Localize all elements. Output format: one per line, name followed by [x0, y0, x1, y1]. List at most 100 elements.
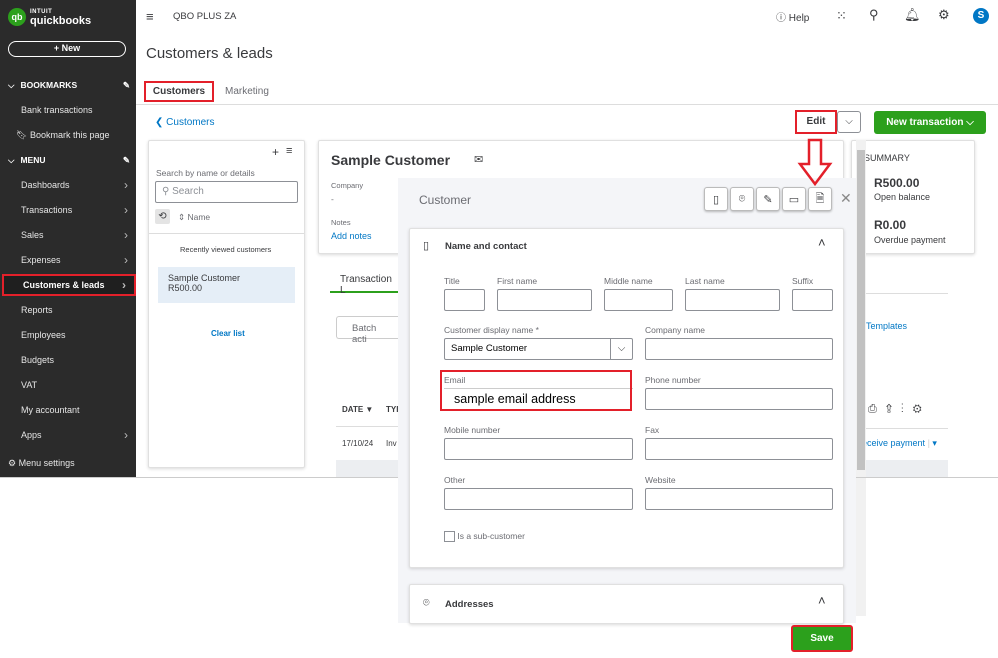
customer-search-input[interactable]: ⚲ Search	[155, 181, 298, 203]
addresses-section[interactable]: ⌾ Addresses ˄	[409, 584, 844, 624]
document-icon[interactable]: 🗎︎	[808, 187, 832, 211]
help-button[interactable]: ⓘ Help	[776, 9, 809, 24]
chevron-down-icon[interactable]: ⌵	[610, 339, 632, 359]
contact-card-icon: ▯	[423, 240, 430, 252]
gear-icon: ⚙	[912, 403, 931, 415]
sidebar-item-sales[interactable]: Sales ›	[0, 224, 136, 246]
sidebar-item-apps[interactable]: Apps ›	[0, 424, 136, 446]
contact-card-icon[interactable]: ▯	[704, 187, 728, 211]
bookmark-icon: 🔖︎	[16, 130, 28, 140]
title-field[interactable]	[444, 289, 485, 311]
middle-field[interactable]	[604, 289, 673, 311]
sidebar-item-expenses[interactable]: Expenses ›	[0, 249, 136, 271]
edit-note-icon[interactable]: ✎	[756, 187, 780, 211]
bookmark-bank-transactions[interactable]: Bank transactions	[0, 99, 136, 121]
list-item[interactable]: Sample Customer R500.00	[158, 267, 295, 303]
sidebar-item-transactions[interactable]: Transactions ›	[0, 199, 136, 221]
bookmarks-header[interactable]: ⌵ BOOKMARKS ✎	[8, 80, 130, 91]
edit-button[interactable]: Edit	[795, 110, 837, 134]
more-icon: ⋮	[901, 403, 913, 415]
tab-marketing[interactable]: Marketing	[225, 86, 269, 97]
location-pin-icon[interactable]: ⌾	[730, 187, 754, 211]
suffix-field[interactable]	[792, 289, 833, 311]
summary-card: SUMMARY R500.00 Open balance R0.00 Overd…	[851, 140, 975, 254]
add-notes-link[interactable]: Add notes	[331, 231, 372, 241]
payment-card-icon[interactable]: ▭	[782, 187, 806, 211]
display-label: Customer display name *	[444, 325, 539, 335]
scrollbar[interactable]	[856, 140, 866, 616]
sidebar-item-employees[interactable]: Employees	[0, 324, 136, 346]
collapse-list-icon[interactable]: ≡	[286, 145, 292, 157]
clear-list-link[interactable]: Clear list	[211, 329, 245, 338]
tab-customers[interactable]: Customers	[144, 81, 214, 102]
batch-actions-button[interactable]: Batch acti	[336, 316, 398, 345]
last-field[interactable]	[685, 289, 780, 311]
company-label: Company name	[645, 325, 706, 335]
display-value: Sample Customer	[451, 343, 528, 354]
bookmark-this-page[interactable]: 🔖︎ Bookmark this page	[0, 124, 136, 146]
column-date[interactable]: DATE ▼	[342, 405, 373, 414]
mobile-field[interactable]	[444, 438, 633, 460]
chevron-up-icon[interactable]: ˄	[818, 235, 826, 250]
bell-icon[interactable]: 🔔︎	[904, 7, 921, 23]
new-button[interactable]: + New	[8, 41, 126, 57]
first-field[interactable]	[497, 289, 592, 311]
chevron-right-icon: ›	[124, 178, 128, 192]
sidebar: qb INTUIT quickbooks + New ⌵ BOOKMARKS ✎ Ban…	[0, 0, 136, 477]
add-icon[interactable]: +	[272, 145, 279, 159]
collapse-menu-icon[interactable]: ≡	[146, 9, 154, 24]
gear-icon[interactable]: ⚙	[938, 7, 950, 23]
sidebar-item-budgets[interactable]: Budgets	[0, 349, 136, 371]
phone-label: Phone number	[645, 375, 701, 385]
chevron-right-icon: ›	[122, 278, 126, 292]
email-icon[interactable]: ✉	[474, 153, 483, 166]
receive-payment-link[interactable]: eceive payment | ▾	[862, 438, 937, 449]
sidebar-item-my-accountant[interactable]: My accountant	[0, 399, 136, 421]
tab-transaction-list[interactable]: Transaction L	[330, 274, 398, 296]
templates-link[interactable]: Templates	[866, 321, 907, 331]
sidebar-item-dashboards[interactable]: Dashboards ›	[0, 174, 136, 196]
open-balance-amount: R500.00	[874, 176, 920, 190]
sidebar-item-vat[interactable]: VAT	[0, 374, 136, 396]
menu-header[interactable]: ⌵ MENU ✎	[8, 155, 130, 166]
chevron-up-icon: ˄	[818, 593, 826, 608]
save-button[interactable]: Save	[791, 625, 853, 652]
email-highlight	[440, 370, 632, 411]
company-field[interactable]	[645, 338, 833, 360]
other-field[interactable]	[444, 488, 633, 510]
annotation-arrow	[797, 138, 833, 187]
avatar[interactable]: S	[973, 8, 989, 24]
table-tools[interactable]: ⎙⇪⋮⚙	[868, 403, 931, 416]
edit-dropdown-button[interactable]: ⌵	[837, 111, 861, 133]
middle-label: Middle name	[604, 276, 653, 286]
chevron-right-icon: ›	[124, 203, 128, 217]
phone-field[interactable]	[645, 388, 833, 410]
history-icon[interactable]: ⟲	[155, 209, 170, 224]
sub-customer-checkbox[interactable]: Is a sub-customer	[444, 531, 525, 543]
search-hint: Search by name or details	[156, 168, 255, 178]
sort-by-name[interactable]: ⇕ Name	[178, 212, 210, 223]
display-field[interactable]: Sample Customer ⌵	[444, 338, 633, 360]
edit-pencil-icon: ✎	[122, 155, 130, 165]
close-icon[interactable]: ✕	[840, 190, 852, 207]
search-icon[interactable]: ⚲	[869, 7, 879, 23]
dialog-title: Customer	[419, 193, 472, 207]
quickbooks-logo[interactable]: qb INTUIT quickbooks	[8, 8, 91, 27]
back-to-customers-link[interactable]: ❮ Customers	[155, 117, 215, 128]
page-title: Customers & leads	[146, 45, 273, 62]
chevron-right-icon: ›	[124, 253, 128, 267]
menu-settings[interactable]: ⚙ Menu settings	[0, 452, 136, 474]
divider	[136, 104, 998, 105]
chevron-right-icon: ›	[124, 228, 128, 242]
new-transaction-button[interactable]: New transaction ⌵	[874, 111, 986, 134]
sidebar-item-reports[interactable]: Reports	[0, 299, 136, 321]
website-field[interactable]	[645, 488, 833, 510]
fax-field[interactable]	[645, 438, 833, 460]
title-label: Title	[444, 276, 460, 286]
apps-grid-icon[interactable]: ⁙	[836, 8, 847, 24]
print-icon: ⎙	[868, 403, 886, 415]
sidebar-item-customers-leads[interactable]: Customers & leads ›	[2, 274, 136, 296]
overdue-amount: R0.00	[874, 218, 907, 232]
recent-label: Recently viewed customers	[180, 245, 272, 254]
suffix-label: Suffix	[792, 276, 814, 286]
